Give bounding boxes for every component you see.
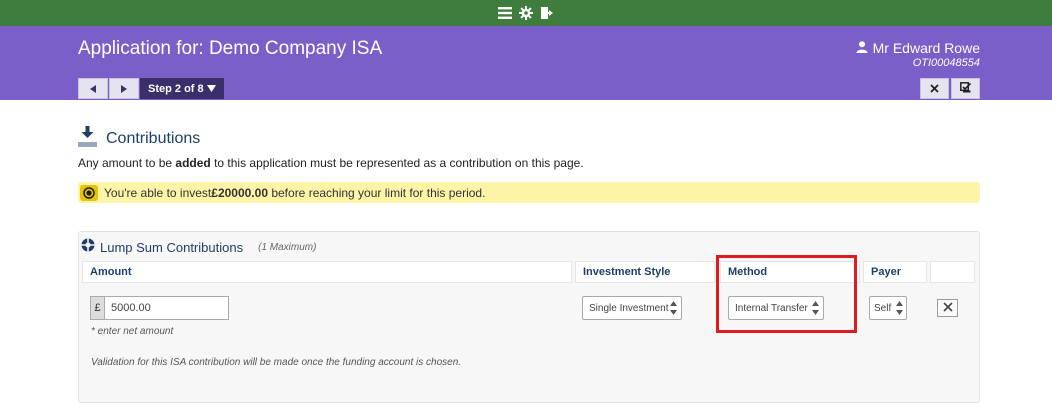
panel-header: Lump Sum Contributions (1 Maximum): [81, 238, 316, 257]
user-info: Mr Edward Rowe OTI00048554: [856, 40, 980, 69]
user-name: Mr Edward Rowe: [872, 40, 980, 56]
remove-x-icon: [942, 299, 953, 317]
validation-note: Validation for this ISA contribution wil…: [91, 357, 462, 368]
previous-step-button[interactable]: [78, 78, 108, 99]
column-header-method: Method: [720, 261, 860, 283]
select-arrows-icon: [896, 301, 903, 318]
amount-input[interactable]: [105, 296, 229, 320]
gear-icon[interactable]: [519, 6, 533, 20]
intro-text: Any amount to be added to this applicati…: [78, 156, 584, 170]
lump-sum-panel: Lump Sum Contributions (1 Maximum) Amoun…: [78, 231, 980, 403]
menu-icon[interactable]: [498, 6, 512, 20]
method-select[interactable]: Internal Transfer: [728, 296, 824, 320]
amount-field-group: £: [90, 296, 229, 320]
header-actions: [920, 78, 980, 99]
step-label: Step 2 of 8: [148, 82, 204, 95]
select-arrows-icon: [812, 301, 819, 318]
save-button[interactable]: [951, 78, 980, 99]
net-amount-hint: * enter net amount: [91, 326, 174, 337]
column-header-amount: Amount: [82, 261, 572, 283]
column-header-investment-style: Investment Style: [575, 261, 715, 283]
triangle-left-icon: [90, 80, 96, 98]
step-dropdown[interactable]: Step 2 of 8: [140, 78, 224, 99]
select-arrows-icon: [670, 301, 677, 318]
top-toolbar: [0, 0, 1052, 26]
close-icon: [930, 80, 939, 98]
close-button[interactable]: [920, 78, 949, 99]
logout-icon[interactable]: [540, 6, 554, 20]
panel-max-note: (1 Maximum): [258, 242, 317, 253]
step-navigation: Step 2 of 8: [78, 78, 224, 99]
caret-down-icon: [206, 83, 216, 95]
remove-contribution-button[interactable]: [937, 299, 958, 317]
circle-dot-icon: [80, 184, 98, 201]
download-icon: [78, 126, 97, 152]
user-icon: [856, 40, 868, 56]
limit-alert: You're able to invest £20000.00 before r…: [78, 182, 980, 203]
triangle-right-icon: [121, 80, 127, 98]
section-title: Contributions: [106, 130, 201, 147]
save-check-icon: [960, 80, 972, 98]
application-header: Application for: Demo Company ISA Mr Edw…: [0, 26, 1052, 100]
life-ring-icon: [81, 238, 95, 257]
column-header-payer: Payer: [863, 261, 927, 283]
investment-style-select[interactable]: Single Investment: [582, 296, 682, 320]
panel-title: Lump Sum Contributions: [100, 240, 244, 255]
user-id: OTI00048554: [912, 57, 980, 69]
page-title: Application for: Demo Company ISA: [78, 38, 383, 59]
next-step-button[interactable]: [109, 78, 139, 99]
section-heading: Contributions: [78, 126, 200, 152]
currency-symbol: £: [90, 296, 105, 320]
payer-select[interactable]: Self: [869, 296, 907, 320]
limit-amount: £20000.00: [211, 185, 268, 200]
column-header-actions: [930, 261, 975, 283]
